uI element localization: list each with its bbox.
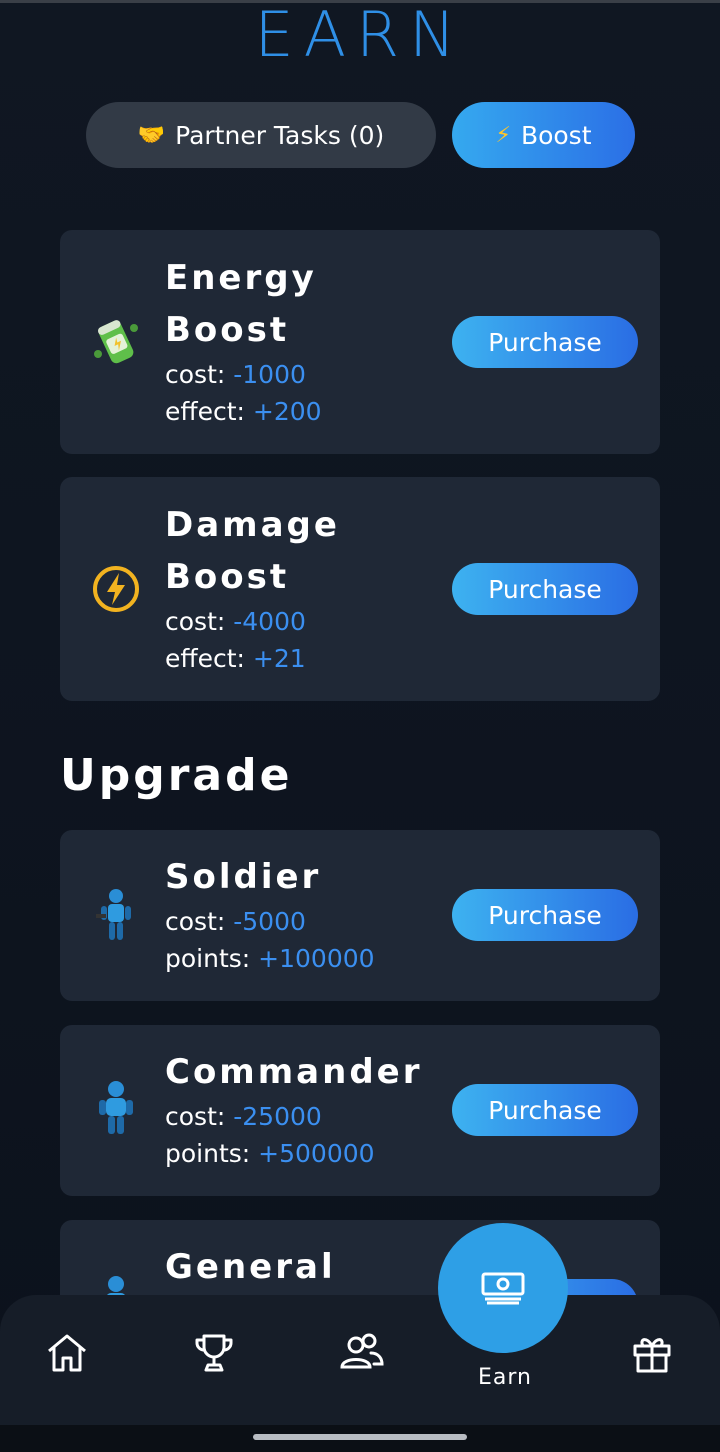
cost-value: -1000 bbox=[233, 360, 306, 389]
section-title-upgrade: Upgrade bbox=[60, 750, 293, 801]
points-label: points: bbox=[165, 1139, 251, 1168]
effect-value: +21 bbox=[252, 644, 306, 673]
cost-label: cost: bbox=[165, 360, 226, 389]
gift-icon[interactable] bbox=[630, 1331, 674, 1375]
cost-label: cost: bbox=[165, 907, 226, 936]
money-icon bbox=[481, 1272, 525, 1305]
lightning-icon: ⚡ bbox=[495, 122, 511, 148]
effect-value: +200 bbox=[252, 397, 322, 426]
purchase-button[interactable]: Purchase bbox=[452, 1084, 638, 1136]
boost-name-suffix: Boost bbox=[165, 557, 290, 597]
boost-name-suffix: Boost bbox=[165, 310, 290, 350]
upgrade-name: Commander bbox=[165, 1052, 423, 1092]
handshake-icon: 🤝 bbox=[137, 122, 166, 148]
effect-label: effect: bbox=[165, 397, 245, 426]
tab-boost[interactable]: ⚡ Boost bbox=[452, 102, 635, 168]
cost-value: -5000 bbox=[233, 907, 306, 936]
energy-can-icon bbox=[88, 314, 144, 370]
boost-name: Damage bbox=[165, 505, 340, 545]
nav-earn-label: Earn bbox=[478, 1365, 532, 1390]
purchase-button[interactable]: Purchase bbox=[452, 563, 638, 615]
nav-earn-button[interactable] bbox=[438, 1223, 568, 1353]
upgrade-points: points: +500000 bbox=[165, 1136, 375, 1172]
home-icon[interactable] bbox=[45, 1331, 89, 1375]
soldier-icon bbox=[88, 886, 144, 942]
points-label: points: bbox=[165, 944, 251, 973]
upgrade-name: Soldier bbox=[165, 857, 322, 897]
cost-value: -25000 bbox=[233, 1102, 322, 1131]
boost-cost: cost: -4000 bbox=[165, 604, 306, 640]
bottom-nav bbox=[0, 1295, 720, 1425]
cost-label: cost: bbox=[165, 1102, 226, 1131]
points-value: +100000 bbox=[258, 944, 375, 973]
trophy-icon[interactable] bbox=[192, 1331, 236, 1375]
boost-name: Energy bbox=[165, 258, 317, 298]
purchase-button[interactable]: Purchase bbox=[452, 316, 638, 368]
upgrade-card-commander: Commander cost: -25000 points: +500000 P… bbox=[60, 1025, 660, 1196]
home-indicator[interactable] bbox=[253, 1434, 467, 1440]
tab-partner-tasks-label: Partner Tasks (0) bbox=[175, 120, 385, 150]
boost-card-energy: Energy Boost cost: -1000 effect: +200 Pu… bbox=[60, 230, 660, 454]
upgrade-points: points: +100000 bbox=[165, 941, 375, 977]
boost-effect: effect: +21 bbox=[165, 641, 306, 677]
cost-value: -4000 bbox=[233, 607, 306, 636]
commander-icon bbox=[88, 1079, 144, 1135]
system-home-bar bbox=[0, 1425, 720, 1452]
upgrade-cost: cost: -5000 bbox=[165, 904, 306, 940]
boost-cost: cost: -1000 bbox=[165, 357, 306, 393]
friends-icon[interactable] bbox=[338, 1331, 384, 1375]
page-title: EARN bbox=[254, 0, 466, 70]
effect-label: effect: bbox=[165, 644, 245, 673]
lightning-circle-icon bbox=[88, 561, 144, 617]
tab-partner-tasks[interactable]: 🤝 Partner Tasks (0) bbox=[86, 102, 436, 168]
boost-card-damage: Damage Boost cost: -4000 effect: +21 Pur… bbox=[60, 477, 660, 701]
tab-boost-label: Boost bbox=[520, 120, 592, 150]
upgrade-card-soldier: Soldier cost: -5000 points: +100000 Purc… bbox=[60, 830, 660, 1001]
cost-label: cost: bbox=[165, 607, 226, 636]
purchase-button[interactable]: Purchase bbox=[452, 889, 638, 941]
upgrade-name: General bbox=[165, 1247, 336, 1287]
upgrade-cost: cost: -25000 bbox=[165, 1099, 322, 1135]
boost-effect: effect: +200 bbox=[165, 394, 322, 430]
points-value: +500000 bbox=[258, 1139, 375, 1168]
